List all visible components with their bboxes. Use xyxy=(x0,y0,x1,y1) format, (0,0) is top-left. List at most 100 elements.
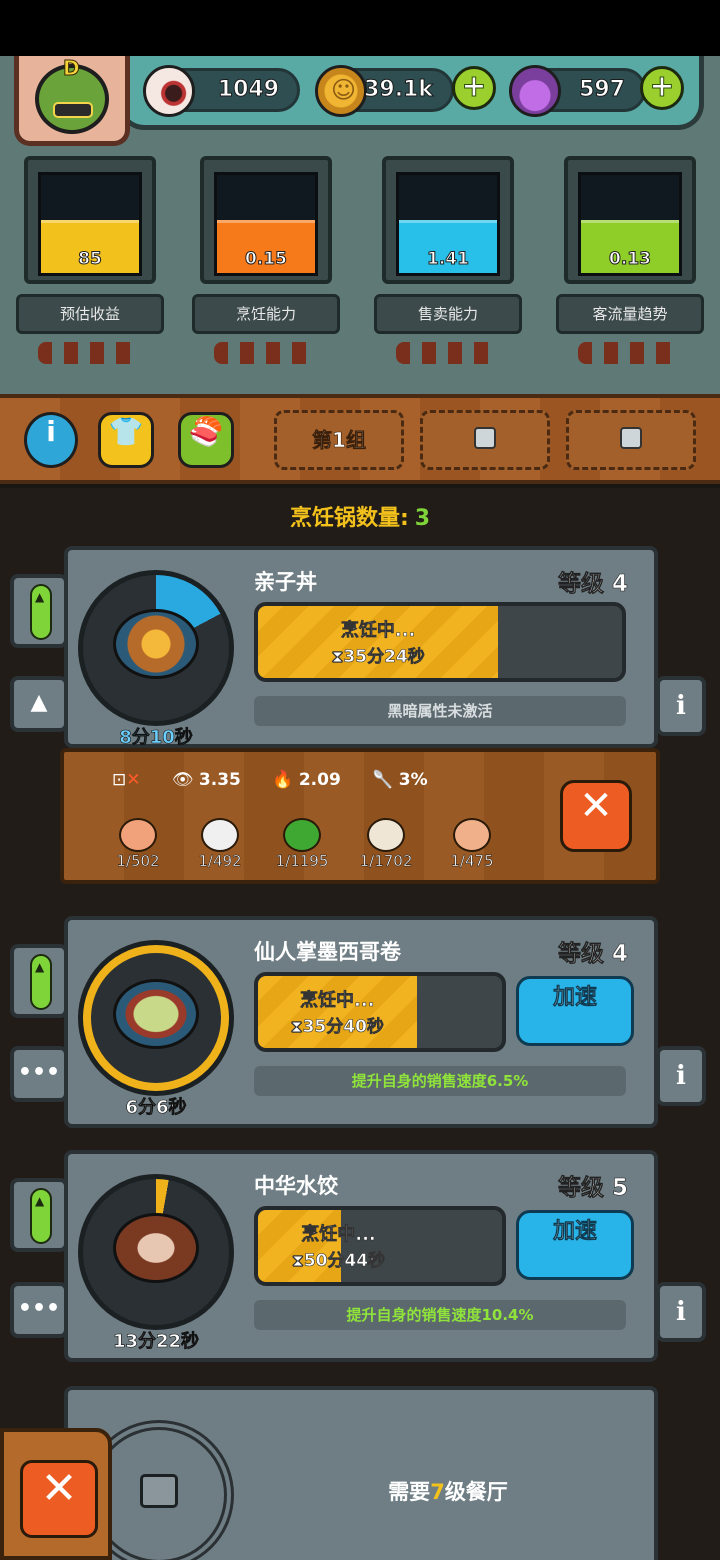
dish-icon xyxy=(113,979,199,1049)
stat-cooking[interactable]: 0.15 烹饪能力 xyxy=(188,156,344,364)
pot-count-label: 烹饪锅数量: xyxy=(289,506,409,531)
ingredient-lettuce: 1/1195 xyxy=(262,818,342,874)
stat-income[interactable]: 85 预估收益 xyxy=(12,156,168,364)
potion-count: 597 xyxy=(579,77,626,103)
flour-icon xyxy=(367,818,405,852)
toggle-icon xyxy=(30,954,52,1010)
stat-tentacles xyxy=(38,342,142,364)
collapse-button[interactable]: ▲ xyxy=(10,676,68,732)
cook-remaining: ⧗35分24秒 xyxy=(331,647,425,668)
ingredient-qty: 1/492 xyxy=(198,852,242,870)
recipe-card-2[interactable]: 6分6秒 仙人掌墨西哥卷 等级 4 烹饪中... ⧗35分40秒 加速 提升自身… xyxy=(64,916,658,1128)
cook-remaining: ⧗35分40秒 xyxy=(290,1017,384,1038)
food-icon[interactable]: 🍣 xyxy=(178,412,234,468)
stat-value: 0.13 xyxy=(609,249,652,270)
ingredient-qty: 1/1702 xyxy=(359,852,413,870)
recipe-card-1[interactable]: 8分10秒 亲子丼 等级 4 烹饪中... ⧗35分24秒 黑暗属性未激活 xyxy=(64,546,658,748)
lock-icon xyxy=(620,427,642,449)
cook-progress: 烹饪中... ⧗35分40秒 xyxy=(254,972,506,1052)
cook-remaining: ⧗50分44秒 xyxy=(291,1251,386,1272)
cook-progress: 烹饪中... ⧗50分44秒 xyxy=(254,1206,506,1286)
close-button[interactable]: ✕ xyxy=(20,1460,98,1538)
monster-mouth xyxy=(53,102,93,118)
egg-icon xyxy=(119,818,157,852)
more-icon[interactable]: ••• xyxy=(10,1046,68,1102)
stat-label: 客流量趋势 xyxy=(556,294,704,334)
tab-group-3-locked[interactable] xyxy=(566,410,696,470)
cook-time: 6分6秒 xyxy=(125,1097,187,1119)
recipe-effect: 提升自身的销售速度6.5% xyxy=(254,1066,626,1096)
stat-value: 1.41 xyxy=(427,249,470,270)
recipe-effect: 黑暗属性未激活 xyxy=(254,696,626,726)
stat-frame: 0.15 xyxy=(200,156,332,284)
stat-frame: 85 xyxy=(24,156,156,284)
pot-count: 烹饪锅数量: 3 xyxy=(0,500,720,532)
stat-label: 预估收益 xyxy=(16,294,164,334)
add-potions-button[interactable]: + xyxy=(640,66,684,110)
eye-count: 1049 xyxy=(217,77,279,103)
recipe-card-3[interactable]: 13分22秒 中华水饺 等级 5 烹饪中... ⧗50分44秒 加速 提升自身的… xyxy=(64,1150,658,1362)
cook-status: 烹饪中... xyxy=(340,620,416,642)
ingredient-qty: 1/1195 xyxy=(275,852,329,870)
fire-stat: 🔥 2.09 xyxy=(272,770,341,790)
recipe-level: 等级 5 xyxy=(557,1175,629,1202)
stat-value: 85 xyxy=(78,249,103,270)
recipe-info-button[interactable]: i xyxy=(656,1282,706,1342)
stat-tank: 85 xyxy=(38,172,142,276)
ingredient-chicken: 1/475 xyxy=(432,818,512,874)
toggle-active-1[interactable] xyxy=(10,574,68,648)
resource-bar: D 1049 39.1k + 597 + xyxy=(0,56,720,146)
stat-tank: 1.41 xyxy=(396,172,500,276)
fire-stat-value: 2.09 xyxy=(298,770,341,790)
stat-traffic[interactable]: 0.13 客流量趋势 xyxy=(552,156,708,364)
eye-counter: 1049 xyxy=(143,65,300,117)
tab-group-2-locked[interactable] xyxy=(420,410,550,470)
info-button[interactable]: i xyxy=(24,412,78,468)
recipe-info-button[interactable]: i xyxy=(656,1046,706,1106)
recipe-info-button[interactable]: i xyxy=(656,676,706,736)
potion-icon xyxy=(509,65,561,117)
toggle-active-3[interactable] xyxy=(10,1178,68,1252)
stat-tentacles xyxy=(578,342,682,364)
stat-selling[interactable]: 1.41 售卖能力 xyxy=(370,156,526,364)
ingredient-qty: 1/475 xyxy=(450,852,494,870)
potion-counter: 597 xyxy=(509,65,646,117)
stat-frame: 1.41 xyxy=(382,156,514,284)
stat-tentacles xyxy=(214,342,318,364)
dish-image: 13分22秒 xyxy=(78,1174,234,1352)
chicken-icon xyxy=(453,818,491,852)
unlock-suffix: 级餐厅 xyxy=(444,1480,508,1504)
cook-time: 8分10秒 xyxy=(119,727,193,749)
cook-status: 烹饪中... xyxy=(301,1224,376,1246)
locked-pot-slot[interactable]: 需要7级餐厅 xyxy=(64,1386,658,1560)
dish-image: 8分10秒 xyxy=(78,570,234,748)
dish-icon xyxy=(113,609,199,679)
tab-group-1[interactable]: 第1组 xyxy=(274,410,404,470)
stat-frame: 0.13 xyxy=(564,156,696,284)
eye-stat: 👁 3.35 xyxy=(171,770,241,790)
speed-up-button[interactable]: 加速 xyxy=(516,1210,634,1280)
rice-icon xyxy=(201,818,239,852)
stat-value: 0.15 xyxy=(245,249,288,270)
recipe-effect: 提升自身的销售速度10.4% xyxy=(254,1300,626,1330)
robot-icon: ⊡✕ xyxy=(112,770,141,790)
lettuce-icon xyxy=(283,818,321,852)
ingredient-flour: 1/1702 xyxy=(346,818,426,874)
speed-up-button[interactable]: 加速 xyxy=(516,976,634,1046)
recipe-name: 中华水饺 xyxy=(254,1174,338,1198)
stat-tank: 0.13 xyxy=(578,172,682,276)
stat-tentacles xyxy=(396,342,500,364)
toggle-icon xyxy=(30,1188,52,1244)
unlock-requirement: 需要7级餐厅 xyxy=(288,1476,608,1506)
add-coins-button[interactable]: + xyxy=(452,66,496,110)
avatar[interactable]: D xyxy=(14,56,130,146)
lock-icon xyxy=(474,427,496,449)
toggle-active-2[interactable] xyxy=(10,944,68,1018)
dish-image: 6分6秒 xyxy=(78,940,234,1118)
shirt-icon[interactable]: 👕 xyxy=(98,412,154,468)
more-icon[interactable]: ••• xyxy=(10,1282,68,1338)
spoon-stat: 🥄 3% xyxy=(372,770,428,790)
coin-counter: 39.1k xyxy=(315,65,454,117)
close-icon[interactable]: ✕ xyxy=(560,780,632,852)
recipe-level: 等级 4 xyxy=(557,571,629,598)
